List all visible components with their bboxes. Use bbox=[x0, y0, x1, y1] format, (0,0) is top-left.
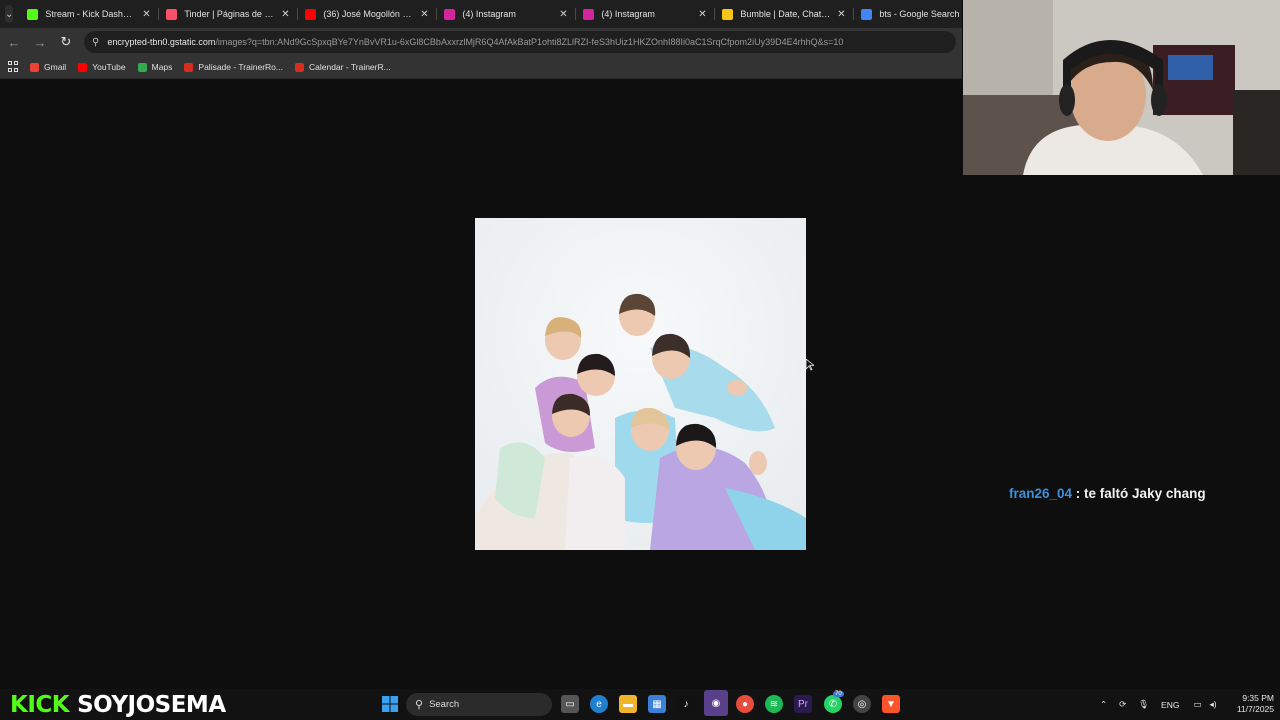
apps-grid-icon[interactable] bbox=[8, 61, 20, 73]
clock-date: 11/7/2025 bbox=[1236, 704, 1274, 714]
volume-icon[interactable]: ◂) bbox=[1210, 699, 1217, 710]
system-clock[interactable]: 9:35 PM 11/7/2025 bbox=[1222, 693, 1274, 715]
bookmark-label: Calendar - TrainerR... bbox=[308, 62, 391, 72]
windows-start-icon[interactable] bbox=[381, 695, 399, 713]
reload-icon[interactable]: ↻ bbox=[54, 30, 78, 54]
tab-strip: ⌄ Stream - Kick Dashboard ✕ Tinder | Págin… bbox=[0, 0, 985, 28]
url-host: encrypted-tbn0.gstatic.com bbox=[107, 37, 216, 47]
chat-username: fran26_04 bbox=[1009, 486, 1073, 501]
webcam-feed bbox=[963, 0, 1280, 175]
back-arrow-icon[interactable]: ← bbox=[2, 30, 26, 54]
youtube-icon bbox=[78, 62, 88, 72]
bumble-icon bbox=[722, 8, 734, 20]
browser-tab[interactable]: (4) Instagram ✕ bbox=[436, 0, 575, 28]
close-tab-icon[interactable]: ✕ bbox=[696, 9, 708, 20]
store-icon[interactable]: ▦ bbox=[648, 695, 666, 713]
close-tab-icon[interactable]: ✕ bbox=[835, 9, 847, 20]
browser-tab[interactable]: Stream - Kick Dashboard ✕ bbox=[19, 0, 158, 28]
tab-title: (36) José Mogollón - You bbox=[323, 9, 415, 19]
discord-icon[interactable]: ◉ bbox=[704, 690, 728, 716]
google-icon bbox=[861, 8, 873, 20]
language-indicator[interactable]: ENG bbox=[1161, 700, 1179, 710]
task-view-icon[interactable]: ▭ bbox=[561, 695, 579, 713]
kick-icon bbox=[27, 8, 39, 20]
youtube-icon bbox=[305, 8, 317, 20]
tab-search-menu-icon[interactable]: ⌄ bbox=[5, 5, 14, 23]
tab-title: (4) Instagram bbox=[601, 9, 655, 19]
browser-toolbar: ← → ↻ ⚲ encrypted-tbn0.gstatic.com/image… bbox=[0, 28, 962, 56]
close-tab-icon[interactable]: ✕ bbox=[557, 9, 569, 20]
bookmarks-bar: Gmail YouTube Maps Palisade - TrainerRo... C… bbox=[0, 56, 962, 79]
spotify-icon[interactable]: ≋ bbox=[765, 695, 783, 713]
tab-title: Bumble | Date, Chat, Mee bbox=[740, 9, 831, 19]
file-explorer-icon[interactable]: ▬ bbox=[619, 695, 637, 713]
browser-tab[interactable]: Tinder | Páginas de citas ✕ bbox=[158, 0, 297, 28]
group-photo-image[interactable] bbox=[475, 218, 806, 550]
bookmark-item[interactable]: YouTube bbox=[78, 62, 126, 72]
tab-title: Tinder | Páginas de citas bbox=[184, 9, 276, 19]
chat-separator: : bbox=[1072, 486, 1085, 501]
channel-name: SOYJOSEMA bbox=[77, 692, 226, 718]
sync-icon[interactable]: ⟳ bbox=[1119, 699, 1126, 710]
stream-brand-overlay: KICK SOYJOSEMA bbox=[10, 692, 226, 718]
obs-icon[interactable]: ◎ bbox=[853, 695, 871, 713]
instagram-icon bbox=[444, 8, 456, 20]
close-tab-icon[interactable]: ✕ bbox=[418, 9, 430, 20]
taskbar-search-input[interactable]: ⚲ Search bbox=[406, 693, 552, 716]
trainerroad-icon bbox=[294, 62, 304, 72]
whatsapp-icon[interactable]: ✆ bbox=[824, 695, 842, 713]
trainerroad-icon bbox=[184, 62, 194, 72]
address-bar[interactable]: ⚲ encrypted-tbn0.gstatic.com/images?q=tb… bbox=[84, 31, 956, 53]
close-tab-icon[interactable]: ✕ bbox=[279, 9, 291, 20]
tab-title: Stream - Kick Dashboard bbox=[45, 9, 137, 19]
search-icon: ⚲ bbox=[415, 699, 424, 711]
microphone-icon[interactable]: 🎙 bbox=[1138, 699, 1149, 710]
bookmark-label: Palisade - TrainerRo... bbox=[198, 62, 283, 72]
premiere-icon[interactable]: Pr bbox=[794, 695, 812, 713]
edge-icon[interactable]: e bbox=[590, 695, 608, 713]
tab-title: (4) Instagram bbox=[462, 9, 516, 19]
chrome-icon[interactable]: ● bbox=[736, 695, 754, 713]
instagram-icon bbox=[583, 8, 595, 20]
search-placeholder: Search bbox=[429, 699, 460, 710]
kick-logo-text: KICK bbox=[10, 692, 70, 718]
system-tray: ⌃ ⟳ 🎙 ENG ▭ ◂) bbox=[1100, 689, 1217, 720]
bookmark-item[interactable]: Gmail bbox=[30, 62, 66, 72]
bookmark-label: Gmail bbox=[44, 62, 67, 72]
gmail-icon bbox=[30, 62, 39, 72]
tinder-icon bbox=[166, 8, 178, 20]
taskbar: KICK SOYJOSEMA ⚲ Search ▭ e ▬ ▦ ♪ ◉ ● ≋ P… bbox=[0, 689, 1280, 720]
network-icon[interactable]: ▭ bbox=[1193, 699, 1201, 710]
chevron-up-icon[interactable]: ⌃ bbox=[1100, 699, 1107, 710]
chat-text: te faltó Jaky chang bbox=[1084, 486, 1206, 501]
forward-arrow-icon[interactable]: → bbox=[28, 30, 52, 54]
site-info-icon[interactable]: ⚲ bbox=[92, 37, 99, 48]
browser-tab[interactable]: Bumble | Date, Chat, Mee ✕ bbox=[714, 0, 853, 28]
whatsapp-badge: 70 bbox=[833, 691, 844, 697]
browser-tab[interactable]: (4) Instagram ✕ bbox=[575, 0, 714, 28]
bookmark-item[interactable]: Calendar - TrainerR... bbox=[294, 62, 391, 72]
brave-icon[interactable]: ▼ bbox=[882, 695, 900, 713]
clock-time: 9:35 PM bbox=[1242, 693, 1274, 703]
tiktok-icon[interactable]: ♪ bbox=[677, 695, 695, 713]
tab-title: bts - Google Search bbox=[879, 9, 960, 19]
browser-tab[interactable]: (36) José Mogollón - You ✕ bbox=[297, 0, 436, 28]
close-tab-icon[interactable]: ✕ bbox=[140, 9, 152, 20]
maps-icon bbox=[137, 62, 147, 72]
mouse-cursor-icon bbox=[806, 359, 814, 371]
bookmark-item[interactable]: Palisade - TrainerRo... bbox=[184, 62, 283, 72]
url-path: /images?q=tbn:ANd9GcSpxqBYe7YnBvVR1u-6xG… bbox=[215, 37, 844, 47]
bookmark-item[interactable]: Maps bbox=[137, 62, 173, 72]
chat-message: fran26_04 : te faltó Jaky chang bbox=[1009, 486, 1206, 501]
bookmark-label: Maps bbox=[151, 62, 173, 72]
bookmark-label: YouTube bbox=[92, 62, 126, 72]
